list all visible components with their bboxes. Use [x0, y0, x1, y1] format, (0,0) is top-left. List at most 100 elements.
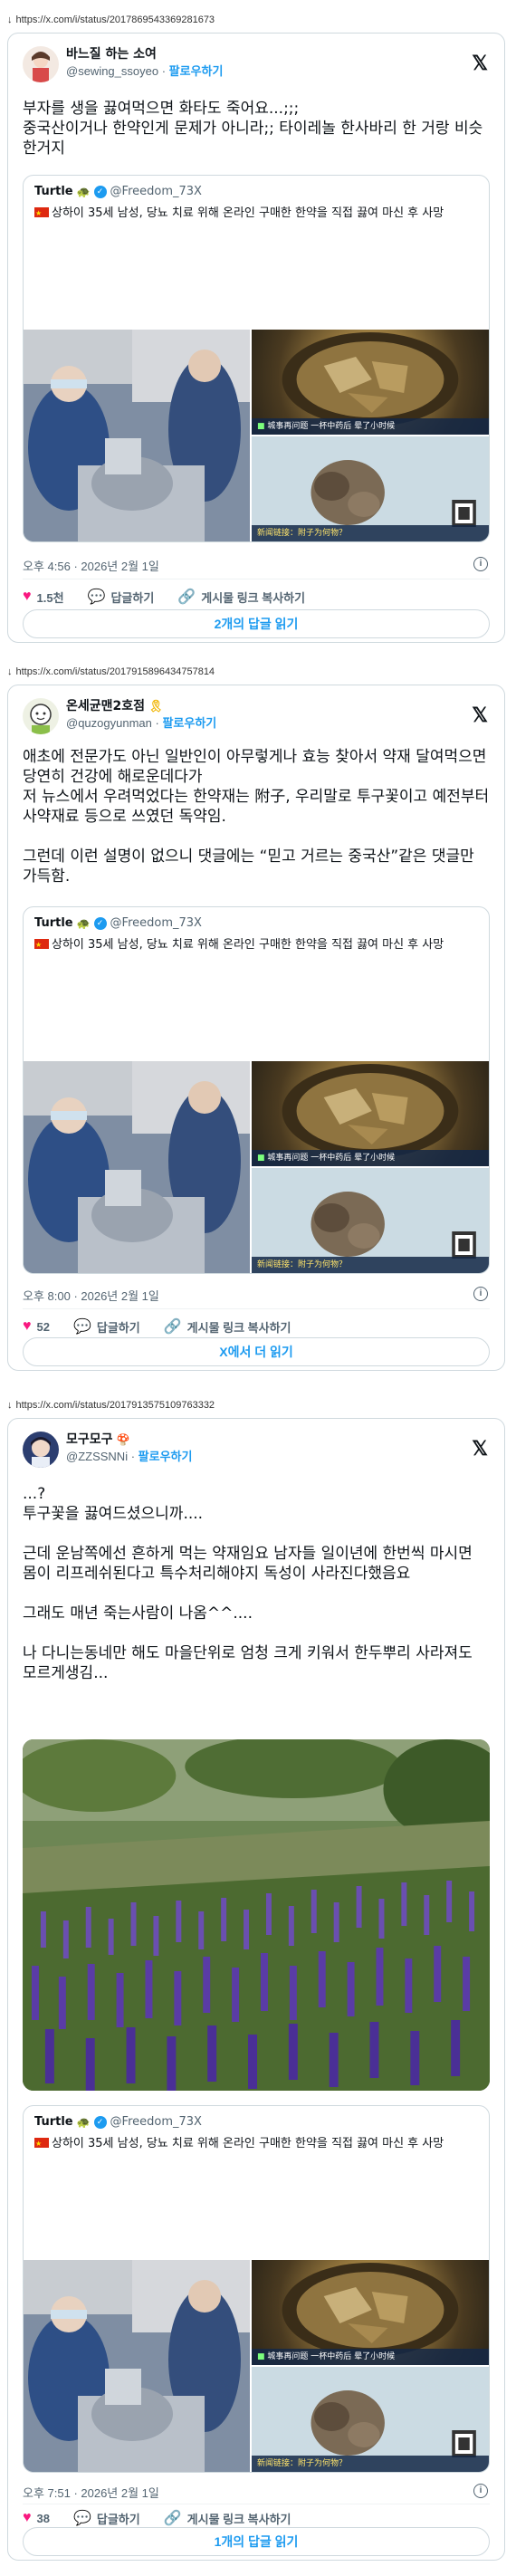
- read-replies-button[interactable]: 2개의 답글 읽기: [23, 609, 490, 638]
- like-button[interactable]: ♥ 1.5천: [23, 589, 64, 606]
- x-logo-icon[interactable]: 𝕏: [472, 704, 488, 727]
- tv-caption-1: ■ 城事再问题 一杯中药后 晕了小时候: [252, 418, 489, 435]
- reply-label: 답글하기: [110, 590, 155, 605]
- x-logo-icon[interactable]: 𝕏: [472, 1437, 488, 1460]
- hospital-photo[interactable]: [24, 330, 250, 541]
- tweet-header: 바느질 하는 소여 @sewing_ssoyeo · 팔로우하기: [23, 46, 223, 82]
- link-icon: 🔗: [177, 589, 196, 605]
- read-replies-button[interactable]: 1개의 답글 읽기: [23, 2527, 490, 2556]
- like-count: 38: [36, 2511, 50, 2525]
- quote-display-name: Turtle: [34, 2115, 73, 2129]
- herb-package-photo[interactable]: 新闻链接：附子为何物？: [252, 2367, 489, 2472]
- copy-link-button[interactable]: 🔗 게시물 링크 복사하기: [164, 1317, 291, 1336]
- display-name[interactable]: 온세균맨2호점: [66, 698, 145, 715]
- post-url[interactable]: ↓ https://x.com/i/status/201791357510976…: [7, 1400, 215, 1411]
- avatar[interactable]: [23, 46, 59, 82]
- quoted-tweet[interactable]: Turtle 🐢 ✓ @Freedom_73X 상하이 35세 남성, 당뇨 치…: [23, 906, 490, 1274]
- like-count: 52: [36, 1319, 50, 1334]
- turtle-emoji-icon: 🐢: [76, 916, 91, 930]
- copy-link-label: 게시물 링크 복사하기: [186, 1320, 291, 1335]
- tv-caption-1: ■ 城事再问题 一杯中药后 晕了小时候: [252, 1150, 489, 1166]
- like-button[interactable]: ♥ 52: [23, 1318, 50, 1335]
- quote-media[interactable]: ■ 城事再问题 一杯中药后 晕了小时候 新闻链接：附子为何物？: [24, 330, 489, 541]
- tweet-timestamp[interactable]: 오후 7:51 · 2026년 2월 1일: [23, 2484, 159, 2501]
- quote-text: 상하이 35세 남성, 당뇨 치료 위해 온라인 구매한 한약을 직접 끓여 마…: [52, 206, 444, 220]
- copy-link-button[interactable]: 🔗 게시물 링크 복사하기: [177, 588, 305, 606]
- reply-button[interactable]: 💬 답글하기: [73, 1317, 140, 1336]
- info-icon[interactable]: i: [473, 1287, 488, 1301]
- post-url[interactable]: ↓ https://x.com/i/status/201786954336928…: [7, 14, 215, 25]
- quote-display-name: Turtle: [34, 185, 73, 198]
- tv-caption-2: 新闻链接：附子为何物？: [252, 1257, 489, 1273]
- quote-text: 상하이 35세 남성, 당뇨 치료 위해 온라인 구매한 한약을 직접 끓여 마…: [52, 938, 444, 952]
- tweet-text: 부자를 생을 끓여먹으면 화타도 죽어요...;;; 중국산이거나 한약인게 문…: [23, 100, 483, 158]
- quote-media[interactable]: ■ 城事再问题 一杯中药后 晕了小时候 新闻链接：附子为何物？: [24, 1061, 489, 1273]
- tweet-actions: ♥ 1.5천 💬 답글하기 🔗 게시물 링크 복사하기: [23, 588, 329, 606]
- post-url[interactable]: ↓ https://x.com/i/status/201791589643475…: [7, 666, 215, 677]
- turtle-emoji-icon: 🐢: [76, 2115, 91, 2129]
- reply-label: 답글하기: [96, 2512, 140, 2526]
- herb-pot-photo[interactable]: ■ 城事再问题 一杯中药后 晕了小时候: [252, 1061, 489, 1166]
- post-url-text[interactable]: https://x.com/i/status/20178695433692816…: [16, 14, 215, 25]
- tweet-actions: ♥ 38 💬 답글하기 🔗 게시물 링크 복사하기: [23, 2509, 315, 2527]
- follow-button[interactable]: 팔로우하기: [139, 1450, 193, 1463]
- verified-badge-icon: ✓: [93, 2115, 107, 2129]
- quote-media[interactable]: ■ 城事再问题 一杯中药后 晕了小时候 新闻链接：附子为何物？: [24, 2260, 489, 2472]
- display-name[interactable]: 모구모구: [66, 1432, 113, 1449]
- user-handle[interactable]: @sewing_ssoyeo: [66, 64, 158, 78]
- heart-icon: ♥: [23, 589, 32, 604]
- display-name[interactable]: 바느질 하는 소여: [66, 46, 157, 63]
- x-logo-icon[interactable]: 𝕏: [472, 52, 488, 75]
- avatar[interactable]: [23, 698, 59, 734]
- quote-text-wrap: 상하이 35세 남성, 당뇨 치료 위해 온라인 구매한 한약을 직접 끓여 마…: [34, 936, 478, 953]
- info-icon[interactable]: i: [473, 557, 488, 571]
- verified-badge-icon: ✓: [93, 916, 107, 930]
- aconite-field-photo[interactable]: [23, 1739, 490, 2091]
- quote-text-wrap: 상하이 35세 남성, 당뇨 치료 위해 온라인 구매한 한약을 직접 끓여 마…: [34, 2135, 478, 2152]
- tweet-timestamp[interactable]: 오후 4:56 · 2026년 2월 1일: [23, 557, 159, 574]
- quote-handle: @Freedom_73X: [110, 185, 202, 198]
- china-flag-icon: [34, 2135, 49, 2152]
- copy-link-label: 게시물 링크 복사하기: [201, 590, 306, 605]
- reply-icon: 💬: [72, 2511, 91, 2526]
- quoted-tweet[interactable]: Turtle 🐢 ✓ @Freedom_73X 상하이 35세 남성, 당뇨 치…: [23, 2105, 490, 2473]
- quoted-tweet[interactable]: Turtle 🐢 ✓ @Freedom_73X 상하이 35세 남성, 당뇨 치…: [23, 175, 490, 542]
- user-handle[interactable]: @quzogyunman: [66, 716, 152, 730]
- follow-button[interactable]: 팔로우하기: [162, 716, 216, 730]
- like-count: 1.5천: [36, 590, 64, 605]
- china-flag-icon: [34, 205, 49, 222]
- tweet-card: 바느질 하는 소여 @sewing_ssoyeo · 팔로우하기 𝕏 부자를 생…: [7, 33, 505, 643]
- reply-button[interactable]: 💬 답글하기: [88, 588, 155, 606]
- info-icon[interactable]: i: [473, 2484, 488, 2498]
- tweet-timestamp[interactable]: 오후 8:00 · 2026년 2월 1일: [23, 1287, 159, 1304]
- link-arrow-icon: ↓: [7, 1400, 13, 1411]
- heart-icon: ♥: [23, 2510, 32, 2525]
- herb-pot-photo[interactable]: ■ 城事再问题 一杯中药后 晕了小时候: [252, 2260, 489, 2365]
- quote-text: 상하이 35세 남성, 당뇨 치료 위해 온라인 구매한 한약을 직접 끓여 마…: [52, 2137, 444, 2150]
- tv-caption-2: 新闻链接：附子为何物？: [252, 525, 489, 541]
- link-icon: 🔗: [163, 2511, 182, 2526]
- reply-icon: 💬: [87, 589, 106, 605]
- reply-label: 답글하기: [96, 1320, 140, 1335]
- tweet-text: 애초에 전문가도 아닌 일반인이 아무렇게나 효능 찾아서 약재 달여먹으면 당…: [23, 748, 490, 886]
- tweet-header: 온세균맨2호점 🎗 @quzogyunman · 팔로우하기: [23, 698, 216, 734]
- hospital-photo[interactable]: [24, 1061, 250, 1273]
- herb-package-photo[interactable]: 新闻链接：附子为何物？: [252, 436, 489, 541]
- herb-pot-photo[interactable]: ■ 城事再问题 一杯中药后 晕了小时候: [252, 330, 489, 435]
- post-url-text[interactable]: https://x.com/i/status/20179158964347578…: [16, 666, 215, 677]
- divider: [23, 1308, 490, 1309]
- follow-button[interactable]: 팔로우하기: [169, 64, 224, 78]
- reply-button[interactable]: 💬 답글하기: [73, 2509, 140, 2527]
- post-url-text[interactable]: https://x.com/i/status/20179135751097633…: [16, 1400, 215, 1411]
- tv-caption-1: ■ 城事再问题 一杯中药后 晕了小时候: [252, 2349, 489, 2365]
- like-button[interactable]: ♥ 38: [23, 2510, 50, 2526]
- mushroom-emoji-icon: 🍄: [116, 1433, 130, 1446]
- copy-link-button[interactable]: 🔗 게시물 링크 복사하기: [164, 2509, 291, 2527]
- user-handle[interactable]: @ZZSSNNi: [66, 1450, 128, 1463]
- avatar[interactable]: [23, 1432, 59, 1468]
- read-more-on-x-button[interactable]: X에서 더 읽기: [23, 1337, 490, 1366]
- hospital-photo[interactable]: [24, 2260, 250, 2472]
- ribbon-emoji-icon: 🎗: [148, 700, 164, 713]
- tweet-text: ...? 투구꽃을 끓여드셨으니까.... 근데 운남쪽에선 흔하게 먹는 약재…: [23, 1485, 473, 1682]
- herb-package-photo[interactable]: 新闻链接：附子为何物？: [252, 1168, 489, 1273]
